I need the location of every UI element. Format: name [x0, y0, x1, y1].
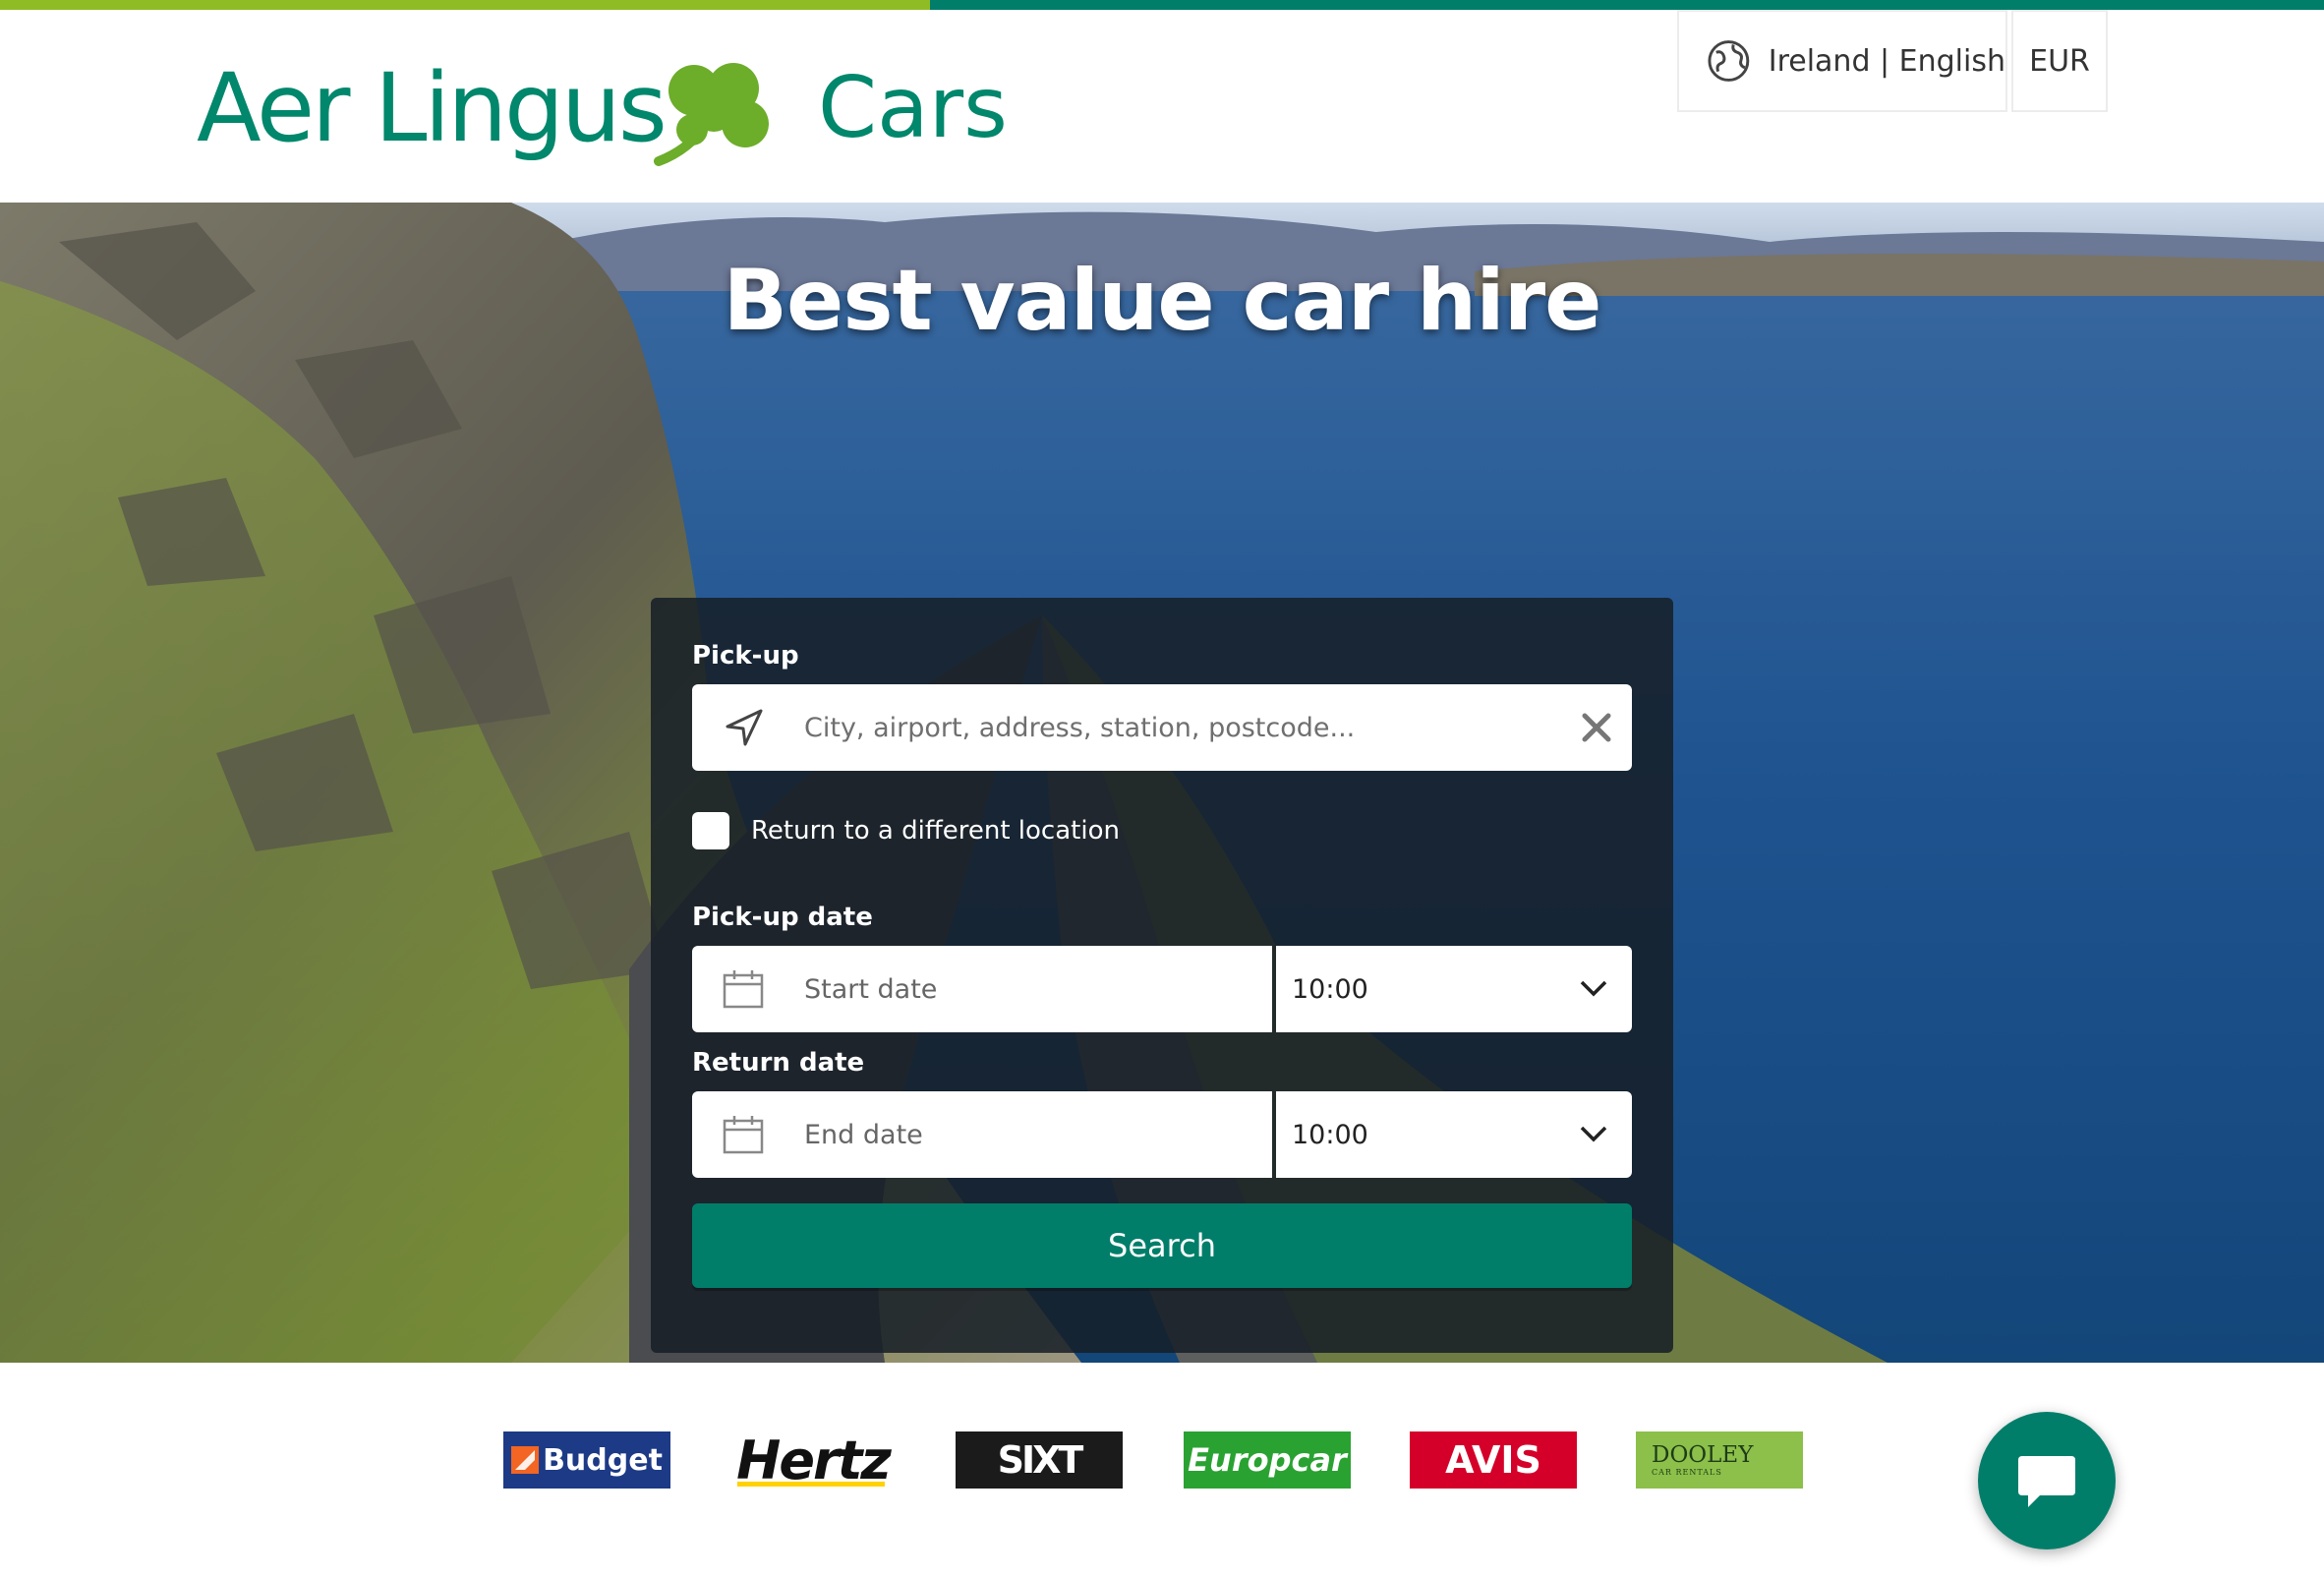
pickup-date-placeholder: Start date [804, 973, 938, 1005]
calendar-icon [723, 1116, 764, 1154]
pickup-time-select[interactable]: 10:00 [1276, 946, 1632, 1032]
pickup-date-row: Start date 10:00 [692, 946, 1632, 1032]
budget-mark-icon [511, 1446, 540, 1474]
return-date-field[interactable]: End date [692, 1091, 1272, 1178]
chat-button[interactable] [1978, 1412, 2116, 1549]
europcar-logo: Europcar [1184, 1431, 1351, 1489]
close-icon[interactable] [1581, 712, 1612, 743]
accent-teal [930, 0, 2324, 10]
currency-selector[interactable]: EUR [2011, 10, 2108, 112]
globe-icon [1708, 40, 1750, 82]
partner-brands: Budget Hertz SIXT Europcar AVIS DOOLEY C… [0, 1431, 2324, 1489]
budget-logo: Budget [503, 1431, 670, 1489]
dooley-sublabel: CAR RENTALS [1652, 1468, 1722, 1477]
sixt-logo: SIXT [956, 1431, 1123, 1489]
hertz-logo: Hertz [729, 1431, 897, 1489]
pickup-label: Pick-up [692, 641, 799, 671]
chevron-down-icon [1580, 1126, 1607, 1142]
pickup-date-label: Pick-up date [692, 903, 873, 932]
return-time-select[interactable]: 10:00 [1276, 1091, 1632, 1178]
return-date-label: Return date [692, 1048, 865, 1078]
return-different-row: Return to a different location [692, 812, 1120, 849]
product-name: Cars [818, 59, 1008, 157]
logo-text: Aer Lingus [197, 53, 668, 163]
pickup-input[interactable] [802, 711, 1553, 744]
search-button[interactable]: Search [692, 1203, 1632, 1288]
pickup-field[interactable] [692, 684, 1632, 771]
return-date-row: End date 10:00 [692, 1091, 1632, 1178]
avis-label: AVIS [1445, 1438, 1541, 1482]
location-arrow-icon [726, 709, 763, 746]
pickup-time-value: 10:00 [1292, 973, 1368, 1005]
hero-section: Best value car hire Pick-up Return to a … [0, 203, 2324, 1363]
avis-logo: AVIS [1410, 1431, 1577, 1489]
return-different-checkbox[interactable] [692, 812, 729, 849]
pickup-date-field[interactable]: Start date [692, 946, 1272, 1032]
locale-label: Ireland | English [1768, 43, 2005, 79]
shamrock-icon [654, 63, 769, 166]
chat-bubble-icon [2018, 1456, 2075, 1507]
accent-lime [0, 0, 930, 10]
return-time-value: 10:00 [1292, 1119, 1368, 1150]
hero-title: Best value car hire [723, 252, 1602, 350]
budget-label: Budget [543, 1442, 663, 1478]
return-different-label: Return to a different location [751, 816, 1120, 846]
hertz-underline [737, 1482, 885, 1487]
hertz-label: Hertz [736, 1431, 892, 1489]
dooley-logo: DOOLEY CAR RENTALS [1636, 1431, 1803, 1489]
search-panel: Pick-up Return to a different location P… [651, 598, 1673, 1353]
sixt-label: SIXT [997, 1438, 1084, 1482]
calendar-icon [723, 970, 764, 1009]
return-date-placeholder: End date [804, 1119, 923, 1150]
locale-selector[interactable]: Ireland | English [1677, 10, 2007, 112]
top-accent-bar [0, 0, 2324, 10]
chevron-down-icon [1580, 980, 1607, 997]
dooley-label: DOOLEY [1652, 1442, 1754, 1468]
europcar-label: Europcar [1188, 1441, 1347, 1479]
